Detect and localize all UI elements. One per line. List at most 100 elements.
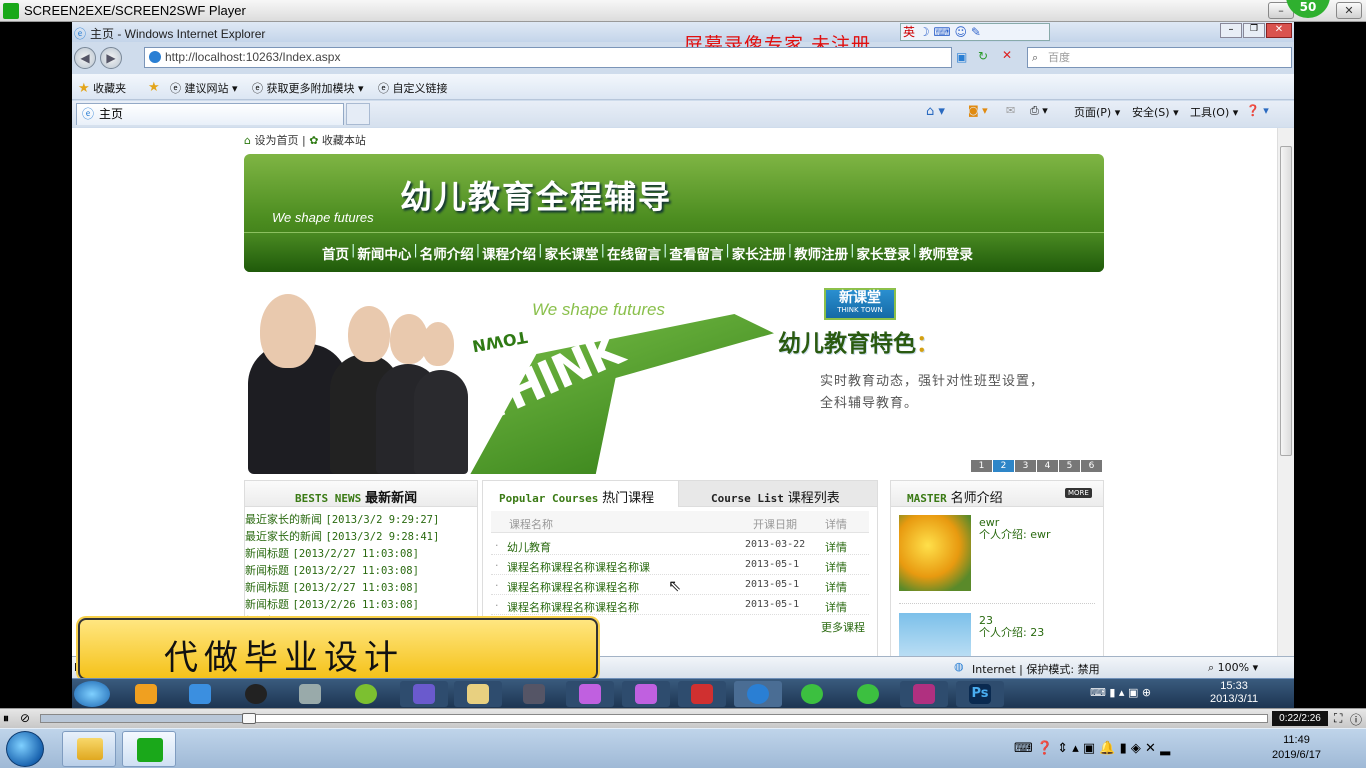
explorer-button[interactable] [62,731,116,767]
course-detail-link[interactable]: 详情 [825,539,847,555]
course-detail-link[interactable]: 详情 [825,559,847,575]
more-courses-link[interactable]: 更多课程 [821,619,865,635]
course-name-link[interactable]: 幼儿教育 [507,539,551,555]
pager-item[interactable]: 4 [1037,460,1058,472]
taskbar-app[interactable] [900,681,948,707]
search-icon: ⌕ [1032,51,1039,64]
compat-icon[interactable]: ▣ [956,50,967,64]
taskbar-app[interactable] [176,681,224,707]
safety-menu[interactable]: 安全(S) ▾ [1132,104,1179,120]
nav-item[interactable]: 在线留言 [607,243,661,263]
vertical-scrollbar[interactable] [1277,128,1294,656]
zone-status: Internet | 保护模式: 禁用 [972,663,1100,676]
tools-menu[interactable]: 工具(O) ▾ [1190,104,1238,120]
help-icon[interactable]: ❓ ▾ [1246,104,1269,117]
custom-link[interactable]: ⓔ 自定义链接 [378,80,448,96]
nav-item[interactable]: 名师介绍 [420,243,474,263]
taskbar-app[interactable] [454,681,502,707]
fullscreen-button[interactable]: ⛶ [1334,711,1342,726]
host-tray-icons[interactable]: ⌨ ❓ ⇕ ▴ ▣ 🔔 ▮ ◈ ✕ ▂ [1014,741,1170,756]
zoom-control[interactable]: ⌕ 100% ▾ [1208,661,1258,675]
tab-popular-courses[interactable]: Popular Courses 热门课程 [483,481,679,507]
pager-item[interactable]: 3 [1015,460,1036,472]
taskbar-app[interactable] [286,681,334,707]
town-text: TOWN [470,327,529,356]
seek-thumb[interactable] [242,713,257,724]
taskbar-app[interactable] [678,681,726,707]
tab-course-list[interactable]: Course List 课程列表 [681,481,877,507]
page-viewport: ⌂ 设为首页 | ✿ 收藏本站 幼儿教育全程辅导 We shape future… [72,128,1277,656]
refresh-icon[interactable]: ↻ [978,49,988,63]
stop-button[interactable]: ⊘ [20,711,30,725]
favorites-button[interactable]: ★ 收藏夹 [78,80,126,96]
pager-item[interactable]: 1 [971,460,992,472]
new-tab-button[interactable] [346,103,370,125]
course-name-link[interactable]: 课程名称课程名称课程名称 [507,599,639,615]
stop-icon[interactable]: ✕ [1002,48,1012,62]
mail-icon[interactable]: ✉ [1006,104,1015,117]
taskbar-app[interactable] [844,681,892,707]
print-icon[interactable]: ⎙ ▾ [1030,104,1048,118]
news-item[interactable]: 新闻标题 [2013/2/26 11:03:08] [245,596,419,612]
course-detail-link[interactable]: 详情 [825,579,847,595]
close-button[interactable]: ✕ [1336,2,1362,19]
forward-button[interactable]: ▶ [100,47,122,69]
feeds-icon[interactable]: ◙ ▾ [968,104,988,117]
taskbar-photoshop[interactable]: Ps [956,681,1004,707]
nav-item[interactable]: 家长注册 [732,243,786,263]
tab-home[interactable]: ⓔ 主页 [76,103,344,125]
search-input[interactable]: ⌕ 百度 [1027,47,1292,68]
nav-item[interactable]: 新闻中心 [357,243,411,263]
recorded-start-button[interactable] [74,681,110,707]
pager-item[interactable]: 5 [1059,460,1080,472]
taskbar-ie[interactable] [734,681,782,707]
news-item[interactable]: 新闻标题 [2013/2/27 11:03:08] [245,545,419,561]
nav-item[interactable]: 教师登录 [919,243,973,263]
pager-item[interactable]: 6 [1081,460,1102,472]
page-menu[interactable]: 页面(P) ▾ [1074,104,1120,120]
ime-toolbar[interactable]: 英 ☽ ⌨ ☺ ✎ [900,23,1050,41]
taskbar-app[interactable] [622,681,670,707]
home-icon[interactable]: ⌂ ▾ [926,104,945,119]
bookmark-site-link[interactable]: 收藏本站 [322,134,366,147]
nav-item[interactable]: 课程介绍 [482,243,536,263]
start-button[interactable] [6,731,44,767]
address-bar[interactable]: http://localhost:10263/Index.aspx [144,47,952,68]
addons-gallery[interactable]: ⓔ 获取更多附加模块 ▾ [252,80,364,96]
ad-banner[interactable]: 代做毕业设计 [78,618,598,680]
ie-maximize-button[interactable]: ❐ [1243,23,1265,38]
news-item[interactable]: 最近家长的新闻 [2013/3/2 9:28:41] [245,528,439,544]
taskbar-app[interactable] [566,681,614,707]
news-item[interactable]: 最近家长的新闻 [2013/3/2 9:29:27] [245,511,439,527]
taskbar-app[interactable] [400,681,448,707]
news-item[interactable]: 新闻标题 [2013/2/27 11:03:08] [245,579,419,595]
back-button[interactable]: ◀ [74,47,96,69]
tray-icons[interactable]: ⌨ ▮ ▴ ▣ ⊕ [1090,686,1151,699]
taskbar-app[interactable] [342,681,390,707]
course-name-link[interactable]: 课程名称课程名称课程名称 [507,579,639,595]
taskbar-app[interactable] [788,681,836,707]
nav-item[interactable]: 家长登录 [857,243,911,263]
course-name-link[interactable]: 课程名称课程名称课程名称课 [507,559,650,575]
nav-item[interactable]: 家长课堂 [545,243,599,263]
nav-item[interactable]: 首页 [322,243,349,263]
taskbar-app[interactable] [510,681,558,707]
news-item[interactable]: 新闻标题 [2013/2/27 11:03:08] [245,562,419,578]
pager-item[interactable]: 2 [993,460,1014,472]
ie-close-button[interactable]: ✕ [1266,23,1292,38]
add-favorite-icon[interactable]: ★ [148,80,160,95]
taskbar-app[interactable] [122,681,170,707]
seek-bar[interactable] [40,713,1268,724]
pause-button[interactable]: ⏸ [3,711,9,726]
suggested-sites[interactable]: ⓔ 建议网站 ▾ [170,80,238,96]
ie-minimize-button[interactable]: – [1220,23,1242,38]
set-homepage-link[interactable]: 设为首页 [254,134,298,147]
course-detail-link[interactable]: 详情 [825,599,847,615]
player-app-button[interactable] [122,731,176,767]
scroll-thumb[interactable] [1280,146,1292,456]
taskbar-app[interactable] [232,681,280,707]
nav-item[interactable]: 查看留言 [669,243,723,263]
more-masters-button[interactable]: MORE [1065,488,1092,498]
nav-item[interactable]: 教师注册 [794,243,848,263]
info-button[interactable]: ⓘ [1350,711,1362,728]
